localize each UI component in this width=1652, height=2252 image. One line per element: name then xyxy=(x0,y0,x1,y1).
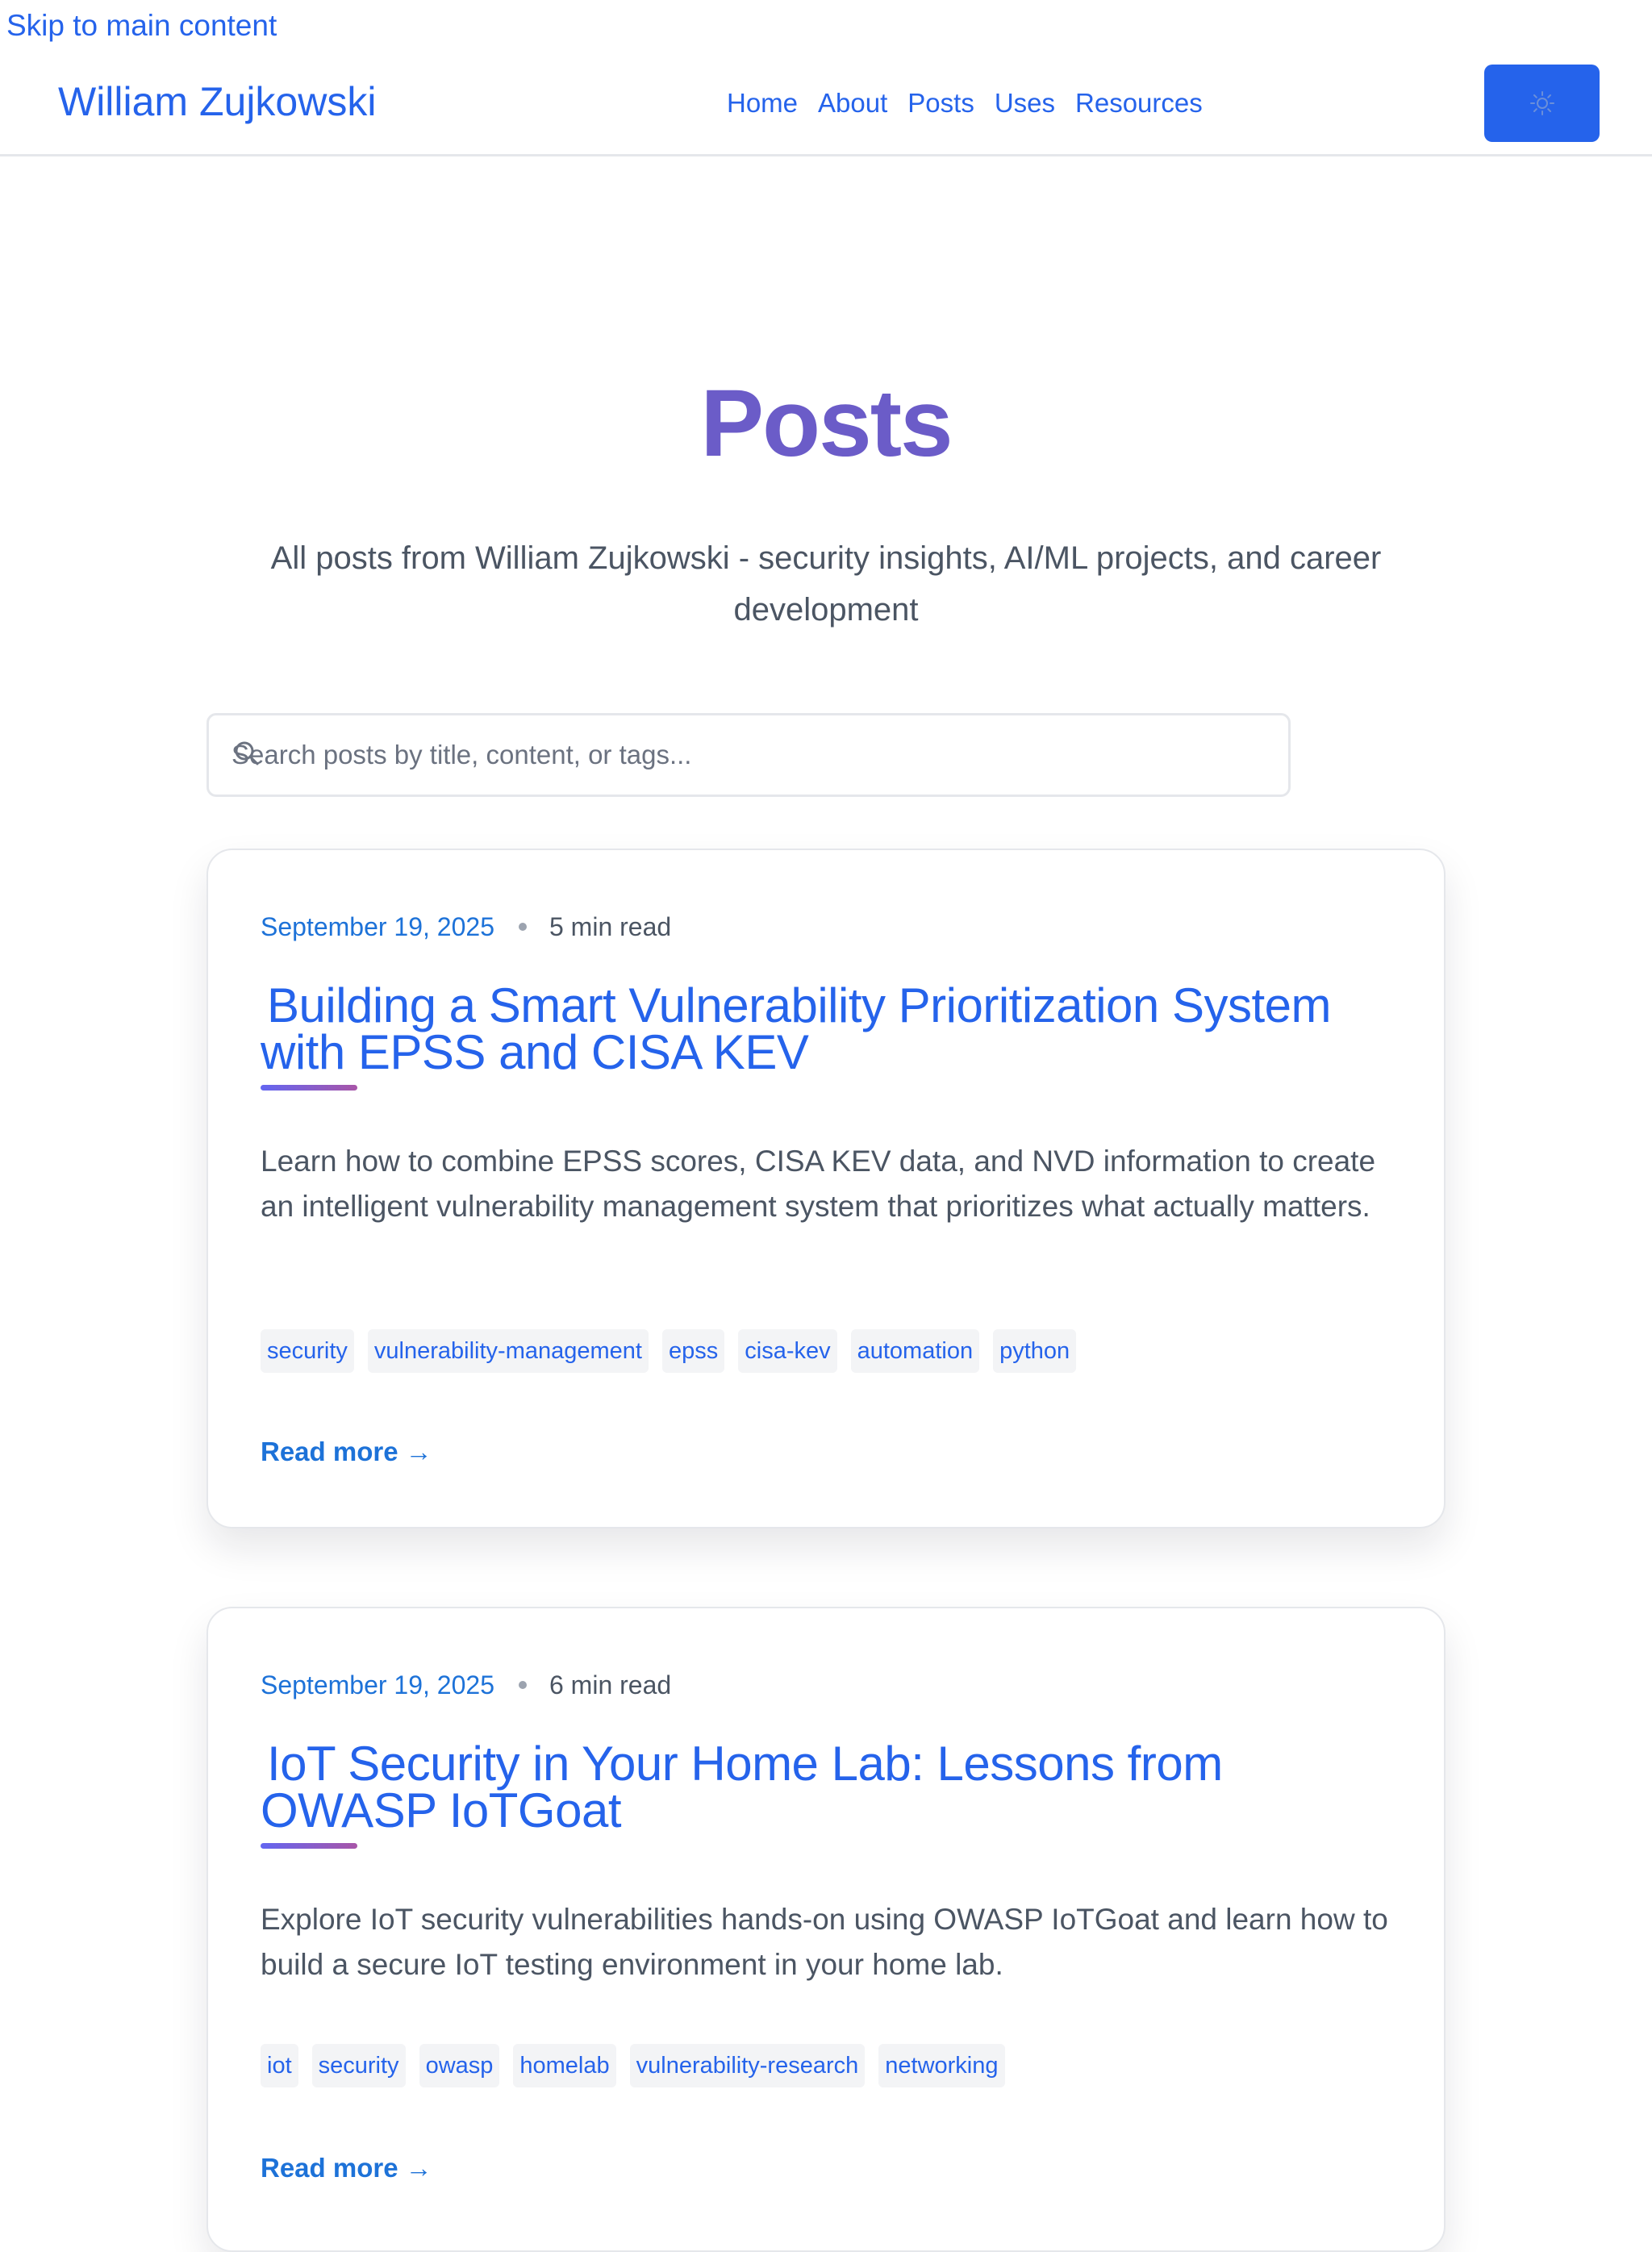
post-tags: iot security owasp homelab vulnerability… xyxy=(261,2044,1005,2087)
nav-about[interactable]: About xyxy=(818,87,887,119)
tag[interactable]: iot xyxy=(261,2044,298,2087)
theme-toggle-button[interactable] xyxy=(1484,65,1600,142)
tag[interactable]: homelab xyxy=(513,2044,616,2087)
tag[interactable]: vulnerability-research xyxy=(629,2044,866,2087)
site-title-link[interactable]: William Zujkowski xyxy=(58,77,376,126)
tag[interactable]: epss xyxy=(661,1329,725,1373)
read-more-link[interactable]: Read more → xyxy=(261,1434,432,1470)
nav-uses[interactable]: Uses xyxy=(995,87,1055,119)
title-accent-underline xyxy=(261,1085,357,1091)
main-nav: Home About Posts Uses Resources xyxy=(727,87,1223,119)
read-more-link[interactable]: Read more → xyxy=(261,2150,432,2186)
post-meta: September 19, 2025 5 min read xyxy=(261,910,671,944)
post-title-link[interactable]: IoT Security in Your Home Lab: Lessons f… xyxy=(261,1740,1390,1835)
post-excerpt: Learn how to combine EPSS scores, CISA K… xyxy=(261,1145,1376,1223)
nav-home[interactable]: Home xyxy=(727,87,798,119)
page-subtitle: All posts from William Zujkowski - secur… xyxy=(270,540,1382,628)
tag[interactable]: security xyxy=(261,1329,354,1373)
tag[interactable]: cisa-kev xyxy=(738,1329,837,1373)
post-tags: security vulnerability-management epss c… xyxy=(261,1329,1077,1373)
nav-posts[interactable]: Posts xyxy=(907,87,974,119)
tag[interactable]: networking xyxy=(878,2044,1005,2087)
tag[interactable]: vulnerability-management xyxy=(367,1329,649,1373)
meta-separator-dot xyxy=(518,923,527,931)
post-excerpt: Explore IoT security vulnerabilities han… xyxy=(261,1903,1388,1981)
post-read-time: 5 min read xyxy=(549,912,672,941)
search-input[interactable] xyxy=(232,715,1264,794)
tag[interactable]: automation xyxy=(850,1329,980,1373)
nav-resources[interactable]: Resources xyxy=(1075,87,1203,119)
post-title-link[interactable]: Building a Smart Vulnerability Prioritiz… xyxy=(261,982,1390,1077)
sun-icon xyxy=(1529,91,1554,115)
search-box xyxy=(206,713,1291,797)
post-card: September 19, 2025 5 min read Building a… xyxy=(206,849,1446,1528)
post-card: September 19, 2025 6 min read IoT Securi… xyxy=(206,1607,1446,2252)
meta-separator-dot xyxy=(518,1681,527,1689)
tag[interactable]: owasp xyxy=(419,2044,500,2087)
tag[interactable]: security xyxy=(311,2044,406,2087)
page-title: Posts xyxy=(700,370,953,477)
tag[interactable]: python xyxy=(993,1329,1077,1373)
post-read-time: 6 min read xyxy=(549,1670,672,1699)
post-meta: September 19, 2025 6 min read xyxy=(261,1668,671,1702)
post-date: September 19, 2025 xyxy=(261,1670,494,1699)
title-accent-underline xyxy=(261,1843,357,1849)
post-date: September 19, 2025 xyxy=(261,912,494,941)
site-header: William Zujkowski Home About Posts Uses … xyxy=(0,0,1652,156)
